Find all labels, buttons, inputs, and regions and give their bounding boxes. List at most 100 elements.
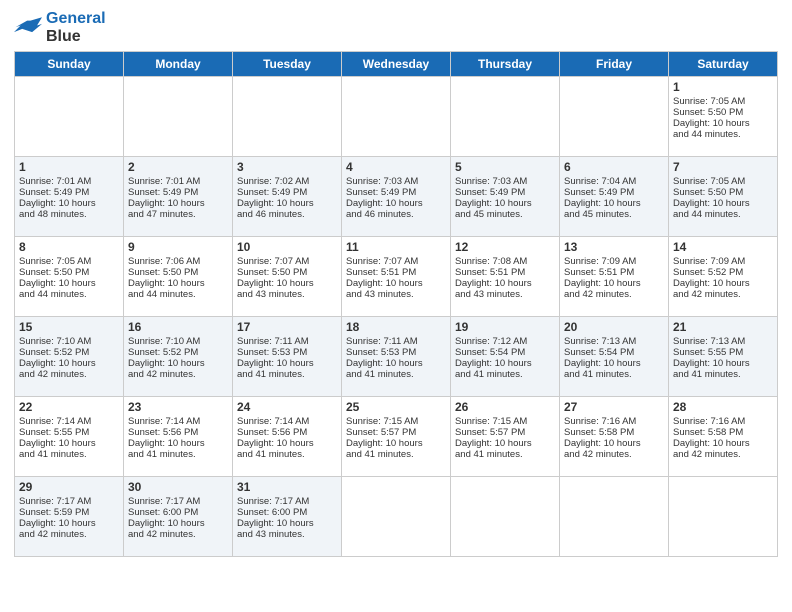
daylight: Daylight: 10 hours	[346, 198, 423, 209]
sunset: Sunset: 5:59 PM	[19, 507, 89, 518]
daylight-cont: and 44 minutes.	[19, 289, 87, 300]
sunrise: Sunrise: 7:01 AM	[128, 176, 200, 187]
day-number: 6	[564, 160, 664, 174]
calendar-cell: 9Sunrise: 7:06 AMSunset: 5:50 PMDaylight…	[124, 237, 233, 317]
daylight-cont: and 42 minutes.	[19, 529, 87, 540]
sunset: Sunset: 5:49 PM	[455, 187, 525, 198]
calendar-cell	[560, 77, 669, 157]
sunrise: Sunrise: 7:16 AM	[564, 416, 636, 427]
day-number: 18	[346, 320, 446, 334]
logo-icon	[14, 17, 42, 39]
daylight: Daylight: 10 hours	[237, 358, 314, 369]
daylight-cont: and 46 minutes.	[346, 209, 414, 220]
day-number: 16	[128, 320, 228, 334]
daylight: Daylight: 10 hours	[19, 278, 96, 289]
daylight-cont: and 42 minutes.	[673, 289, 741, 300]
day-number: 9	[128, 240, 228, 254]
sunrise: Sunrise: 7:02 AM	[237, 176, 309, 187]
sunrise: Sunrise: 7:13 AM	[673, 336, 745, 347]
day-number: 28	[673, 400, 773, 414]
sunset: Sunset: 5:58 PM	[673, 427, 743, 438]
daylight-cont: and 42 minutes.	[128, 529, 196, 540]
calendar-cell: 20Sunrise: 7:13 AMSunset: 5:54 PMDayligh…	[560, 317, 669, 397]
calendar-cell: 12Sunrise: 7:08 AMSunset: 5:51 PMDayligh…	[451, 237, 560, 317]
daylight: Daylight: 10 hours	[128, 438, 205, 449]
daylight: Daylight: 10 hours	[346, 438, 423, 449]
calendar-cell: 7Sunrise: 7:05 AMSunset: 5:50 PMDaylight…	[669, 157, 778, 237]
calendar-cell: 28Sunrise: 7:16 AMSunset: 5:58 PMDayligh…	[669, 397, 778, 477]
day-number: 10	[237, 240, 337, 254]
daylight: Daylight: 10 hours	[673, 358, 750, 369]
daylight: Daylight: 10 hours	[455, 198, 532, 209]
calendar-cell	[451, 77, 560, 157]
daylight: Daylight: 10 hours	[237, 198, 314, 209]
calendar-cell	[342, 77, 451, 157]
sunset: Sunset: 5:54 PM	[455, 347, 525, 358]
sunset: Sunset: 5:49 PM	[237, 187, 307, 198]
sunrise: Sunrise: 7:09 AM	[673, 256, 745, 267]
day-number: 19	[455, 320, 555, 334]
sunrise: Sunrise: 7:11 AM	[237, 336, 309, 347]
day-number: 26	[455, 400, 555, 414]
daylight-cont: and 43 minutes.	[455, 289, 523, 300]
calendar-cell: 24Sunrise: 7:14 AMSunset: 5:56 PMDayligh…	[233, 397, 342, 477]
daylight-cont: and 41 minutes.	[673, 369, 741, 380]
daylight-cont: and 48 minutes.	[19, 209, 87, 220]
daylight-cont: and 41 minutes.	[237, 369, 305, 380]
calendar-cell: 23Sunrise: 7:14 AMSunset: 5:56 PMDayligh…	[124, 397, 233, 477]
sunrise: Sunrise: 7:17 AM	[19, 496, 91, 507]
sunset: Sunset: 5:50 PM	[128, 267, 198, 278]
calendar-cell: 3Sunrise: 7:02 AMSunset: 5:49 PMDaylight…	[233, 157, 342, 237]
calendar-header-thursday: Thursday	[451, 52, 560, 77]
daylight-cont: and 42 minutes.	[19, 369, 87, 380]
daylight: Daylight: 10 hours	[564, 278, 641, 289]
daylight: Daylight: 10 hours	[346, 358, 423, 369]
calendar-cell: 11Sunrise: 7:07 AMSunset: 5:51 PMDayligh…	[342, 237, 451, 317]
daylight-cont: and 42 minutes.	[564, 449, 632, 460]
daylight-cont: and 41 minutes.	[455, 369, 523, 380]
sunrise: Sunrise: 7:07 AM	[346, 256, 418, 267]
daylight-cont: and 45 minutes.	[564, 209, 632, 220]
daylight-cont: and 41 minutes.	[128, 449, 196, 460]
daylight: Daylight: 10 hours	[673, 198, 750, 209]
sunset: Sunset: 5:57 PM	[346, 427, 416, 438]
sunrise: Sunrise: 7:14 AM	[19, 416, 91, 427]
sunrise: Sunrise: 7:11 AM	[346, 336, 418, 347]
calendar-cell: 31Sunrise: 7:17 AMSunset: 6:00 PMDayligh…	[233, 477, 342, 557]
sunset: Sunset: 5:53 PM	[346, 347, 416, 358]
sunset: Sunset: 5:56 PM	[237, 427, 307, 438]
calendar-cell: 18 Sunrise: 7:11 AMSunset: 5:53 PMDayligh…	[342, 317, 451, 397]
calendar-header-monday: Monday	[124, 52, 233, 77]
daylight-cont: and 41 minutes.	[237, 449, 305, 460]
daylight: Daylight: 10 hours	[455, 438, 532, 449]
daylight-cont: and 41 minutes.	[346, 449, 414, 460]
calendar-cell	[124, 77, 233, 157]
sunset: Sunset: 6:00 PM	[237, 507, 307, 518]
calendar-week-0: 1Sunrise: 7:05 AMSunset: 5:50 PMDaylight…	[15, 77, 778, 157]
daylight-cont: and 41 minutes.	[346, 369, 414, 380]
sunset: Sunset: 5:50 PM	[19, 267, 89, 278]
calendar-week-3: 15Sunrise: 7:10 AMSunset: 5:52 PMDayligh…	[15, 317, 778, 397]
sunrise: Sunrise: 7:16 AM	[673, 416, 745, 427]
daylight-cont: and 44 minutes.	[673, 209, 741, 220]
sunrise: Sunrise: 7:05 AM	[673, 176, 745, 187]
day-number: 2	[128, 160, 228, 174]
day-number: 30	[128, 480, 228, 494]
calendar-cell: 4Sunrise: 7:03 AMSunset: 5:49 PMDaylight…	[342, 157, 451, 237]
daylight: Daylight: 10 hours	[128, 518, 205, 529]
sunrise: Sunrise: 7:17 AM	[128, 496, 200, 507]
daylight: Daylight: 10 hours	[128, 198, 205, 209]
calendar-cell: 8Sunrise: 7:05 AMSunset: 5:50 PMDaylight…	[15, 237, 124, 317]
calendar-week-5: 29Sunrise: 7:17 AMSunset: 5:59 PMDayligh…	[15, 477, 778, 557]
daylight-cont: and 41 minutes.	[564, 369, 632, 380]
calendar-header-sunday: Sunday	[15, 52, 124, 77]
sunset: Sunset: 5:51 PM	[455, 267, 525, 278]
calendar-cell: 25Sunrise: 7:15 AMSunset: 5:57 PMDayligh…	[342, 397, 451, 477]
calendar-cell: 1Sunrise: 7:05 AMSunset: 5:50 PMDaylight…	[669, 77, 778, 157]
calendar-cell: 22Sunrise: 7:14 AMSunset: 5:55 PMDayligh…	[15, 397, 124, 477]
daylight-cont: and 41 minutes.	[19, 449, 87, 460]
day-number: 13	[564, 240, 664, 254]
daylight-cont: and 42 minutes.	[128, 369, 196, 380]
day-number: 24	[237, 400, 337, 414]
calendar-week-1: 1Sunrise: 7:01 AMSunset: 5:49 PMDaylight…	[15, 157, 778, 237]
